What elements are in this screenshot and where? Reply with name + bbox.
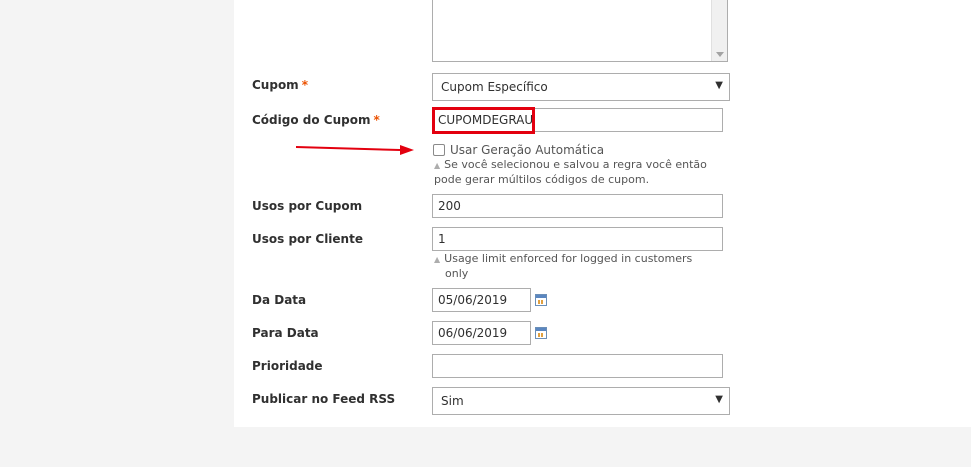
required-mark: * [373,113,380,127]
coupon-select-value: Cupom Específico [441,80,548,94]
triangle-up-icon: ▲ [434,161,441,170]
triangle-up-icon: ▲ [434,255,441,264]
uses-per-customer-note-line2: only [445,267,469,280]
uses-per-coupon-input[interactable]: 200 [432,194,723,218]
to-date-label: Para Data [252,326,319,340]
calendar-icon[interactable] [535,327,547,339]
scroll-down-icon[interactable] [716,52,724,57]
auto-generation-label[interactable]: Usar Geração Automática [450,143,604,157]
auto-generation-note: ▲ Se você selecionou e salvou a regra voc… [434,158,707,186]
from-date-label: Da Data [252,293,307,307]
textarea-scrollbar[interactable] [711,0,727,61]
priority-label: Prioridade [252,359,323,373]
annotation-arrow-icon [296,145,414,155]
from-date-value: 05/06/2019 [438,293,508,307]
required-mark: * [301,78,308,92]
uses-per-coupon-value: 200 [438,199,461,213]
auto-generation-checkbox[interactable] [433,144,445,156]
description-textarea[interactable] [432,0,728,62]
uses-per-customer-input[interactable]: 1 [432,227,723,251]
uses-per-customer-note: ▲ Usage limit enforced for logged in cust… [434,252,693,280]
coupon-label: Cupom * [252,78,308,92]
to-date-input[interactable]: 06/06/2019 [432,321,531,345]
coupon-select[interactable]: Cupom Específico ▼ [432,73,730,101]
coupon-code-label: Código do Cupom * [252,113,380,127]
rss-select[interactable]: Sim ▼ [432,387,730,415]
uses-per-coupon-label: Usos por Cupom [252,199,363,213]
priority-input[interactable] [432,354,723,378]
from-date-input[interactable]: 05/06/2019 [432,288,531,312]
uses-per-customer-value: 1 [438,232,446,246]
chevron-down-icon: ▼ [715,394,723,405]
to-date-value: 06/06/2019 [438,326,508,340]
auto-generation-note-line2: pode gerar múltilos códigos de cupom. [434,173,650,186]
uses-per-customer-label: Usos por Cliente [252,232,363,246]
rss-label: Publicar no Feed RSS [252,392,396,406]
rss-select-value: Sim [441,394,464,408]
calendar-icon[interactable] [535,294,547,306]
chevron-down-icon: ▼ [715,80,723,91]
annotation-highlight-box [432,107,535,134]
